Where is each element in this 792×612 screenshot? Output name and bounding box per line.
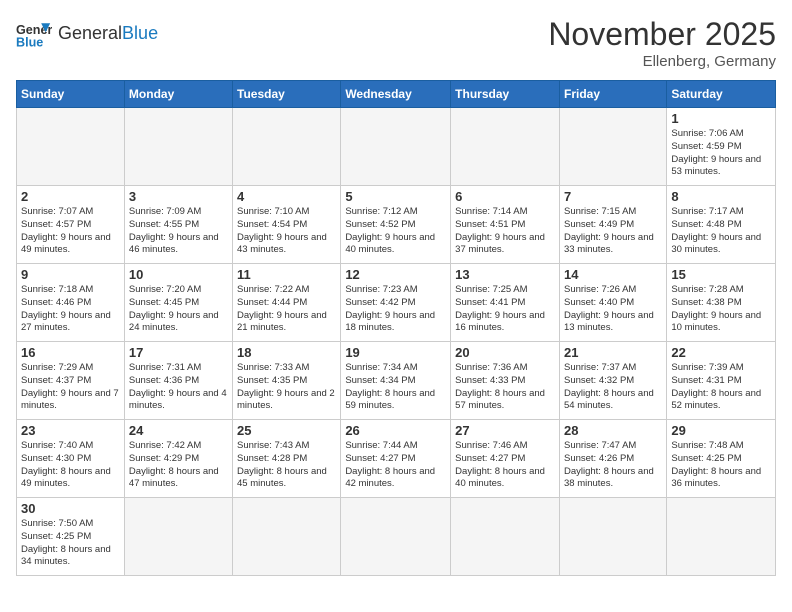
empty-cell [341,108,451,186]
week-row-6: 30 Sunrise: 7:50 AMSunset: 4:25 PMDaylig… [17,498,776,576]
empty-cell [451,108,560,186]
day-1: 1 Sunrise: 7:06 AMSunset: 4:59 PMDayligh… [667,108,776,186]
empty-cell [559,498,666,576]
empty-cell [341,498,451,576]
week-row-4: 16 Sunrise: 7:29 AMSunset: 4:37 PMDaylig… [17,342,776,420]
day-number-1: 1 [671,111,771,126]
week-row-5: 23 Sunrise: 7:40 AMSunset: 4:30 PMDaylig… [17,420,776,498]
empty-cell [667,498,776,576]
day-23: 23 Sunrise: 7:40 AMSunset: 4:30 PMDaylig… [17,420,125,498]
header-tuesday: Tuesday [233,81,341,108]
logo-icon: General Blue [16,16,52,52]
header-wednesday: Wednesday [341,81,451,108]
empty-cell [233,108,341,186]
day-16: 16 Sunrise: 7:29 AMSunset: 4:37 PMDaylig… [17,342,125,420]
day-11: 11 Sunrise: 7:22 AMSunset: 4:44 PMDaylig… [233,264,341,342]
day-18: 18 Sunrise: 7:33 AMSunset: 4:35 PMDaylig… [233,342,341,420]
weekday-header-row: Sunday Monday Tuesday Wednesday Thursday… [17,81,776,108]
day-7: 7 Sunrise: 7:15 AMSunset: 4:49 PMDayligh… [559,186,666,264]
day-28: 28 Sunrise: 7:47 AMSunset: 4:26 PMDaylig… [559,420,666,498]
day-3: 3 Sunrise: 7:09 AMSunset: 4:55 PMDayligh… [124,186,232,264]
day-14: 14 Sunrise: 7:26 AMSunset: 4:40 PMDaylig… [559,264,666,342]
day-25: 25 Sunrise: 7:43 AMSunset: 4:28 PMDaylig… [233,420,341,498]
title-section: November 2025 Ellenberg, Germany [548,16,776,70]
header-sunday: Sunday [17,81,125,108]
day-24: 24 Sunrise: 7:42 AMSunset: 4:29 PMDaylig… [124,420,232,498]
day-30: 30 Sunrise: 7:50 AMSunset: 4:25 PMDaylig… [17,498,125,576]
location: Ellenberg, Germany [548,53,776,70]
empty-cell [17,108,125,186]
header-monday: Monday [124,81,232,108]
day-17: 17 Sunrise: 7:31 AMSunset: 4:36 PMDaylig… [124,342,232,420]
day-19: 19 Sunrise: 7:34 AMSunset: 4:34 PMDaylig… [341,342,451,420]
day-12: 12 Sunrise: 7:23 AMSunset: 4:42 PMDaylig… [341,264,451,342]
empty-cell [124,498,232,576]
month-title: November 2025 [548,16,776,53]
day-29: 29 Sunrise: 7:48 AMSunset: 4:25 PMDaylig… [667,420,776,498]
day-8: 8 Sunrise: 7:17 AMSunset: 4:48 PMDayligh… [667,186,776,264]
day-2: 2 Sunrise: 7:07 AMSunset: 4:57 PMDayligh… [17,186,125,264]
day-15: 15 Sunrise: 7:28 AMSunset: 4:38 PMDaylig… [667,264,776,342]
day-13: 13 Sunrise: 7:25 AMSunset: 4:41 PMDaylig… [451,264,560,342]
calendar-table: Sunday Monday Tuesday Wednesday Thursday… [16,80,776,576]
empty-cell [559,108,666,186]
day-5: 5 Sunrise: 7:12 AMSunset: 4:52 PMDayligh… [341,186,451,264]
header-saturday: Saturday [667,81,776,108]
week-row-3: 9 Sunrise: 7:18 AMSunset: 4:46 PMDayligh… [17,264,776,342]
day-10: 10 Sunrise: 7:20 AMSunset: 4:45 PMDaylig… [124,264,232,342]
svg-text:Blue: Blue [16,36,43,50]
week-row-2: 2 Sunrise: 7:07 AMSunset: 4:57 PMDayligh… [17,186,776,264]
day-22: 22 Sunrise: 7:39 AMSunset: 4:31 PMDaylig… [667,342,776,420]
logo-text: GeneralBlue [58,24,158,44]
day-20: 20 Sunrise: 7:36 AMSunset: 4:33 PMDaylig… [451,342,560,420]
empty-cell [124,108,232,186]
day-21: 21 Sunrise: 7:37 AMSunset: 4:32 PMDaylig… [559,342,666,420]
header-thursday: Thursday [451,81,560,108]
page-header: General Blue GeneralBlue November 2025 E… [16,16,776,70]
logo: General Blue GeneralBlue [16,16,158,52]
day-info-1: Sunrise: 7:06 AMSunset: 4:59 PMDaylight:… [671,128,771,179]
day-6: 6 Sunrise: 7:14 AMSunset: 4:51 PMDayligh… [451,186,560,264]
header-friday: Friday [559,81,666,108]
day-9: 9 Sunrise: 7:18 AMSunset: 4:46 PMDayligh… [17,264,125,342]
day-4: 4 Sunrise: 7:10 AMSunset: 4:54 PMDayligh… [233,186,341,264]
empty-cell [451,498,560,576]
empty-cell [233,498,341,576]
day-27: 27 Sunrise: 7:46 AMSunset: 4:27 PMDaylig… [451,420,560,498]
week-row-1: 1 Sunrise: 7:06 AMSunset: 4:59 PMDayligh… [17,108,776,186]
day-26: 26 Sunrise: 7:44 AMSunset: 4:27 PMDaylig… [341,420,451,498]
